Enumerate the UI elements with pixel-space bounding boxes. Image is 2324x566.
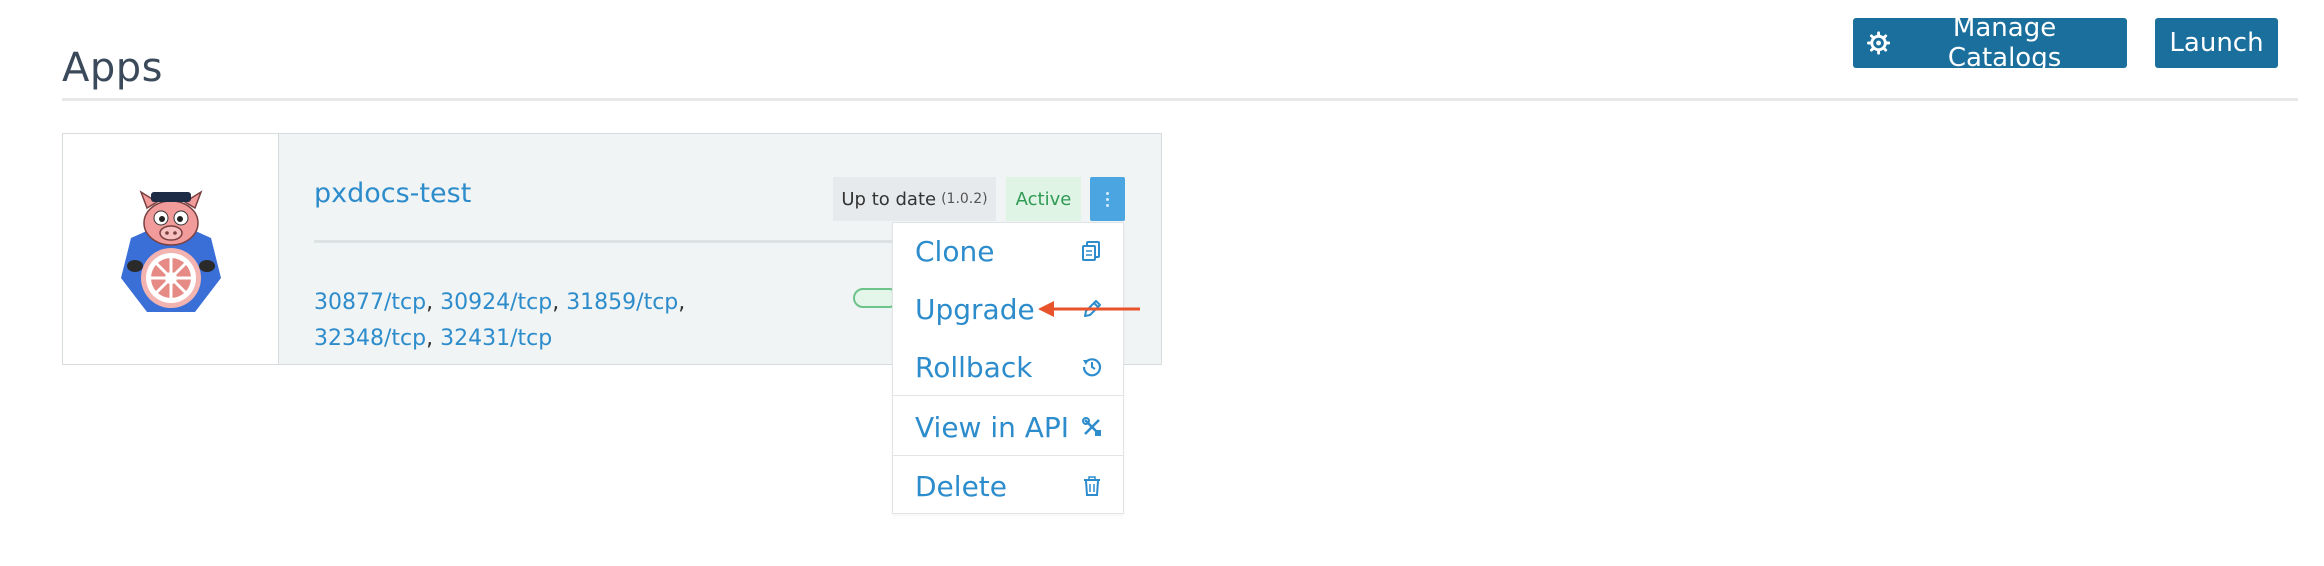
port-link[interactable]: 30877/tcp (314, 290, 426, 315)
port-link[interactable]: 32348/tcp (314, 326, 426, 351)
actions-menu-button[interactable] (1090, 177, 1125, 221)
manage-catalogs-button[interactable]: Manage Catalogs (1853, 13, 2127, 73)
menu-item-label: Delete (915, 469, 1007, 503)
menu-item-label: Rollback (915, 350, 1033, 384)
port-link[interactable]: 31859/tcp (566, 290, 678, 315)
menu-item-clone[interactable]: Clone (893, 223, 1123, 279)
trash-icon (1084, 476, 1100, 496)
upgrade-status-text: Up to date (841, 188, 937, 210)
tools-icon (1082, 417, 1101, 436)
menu-item-label: Upgrade (915, 292, 1035, 326)
kebab-dot (1106, 197, 1109, 201)
clone-icon (1082, 241, 1100, 261)
page-title: Apps (62, 44, 163, 91)
app-version: (1.0.2) (941, 191, 988, 207)
port-link[interactable]: 30924/tcp (440, 290, 552, 315)
menu-item-view-in-api[interactable]: View in API (893, 399, 1123, 455)
history-icon (1082, 358, 1102, 377)
card-divider (314, 240, 911, 243)
upgrade-status-badge: Up to date (1.0.2) (833, 177, 996, 221)
launch-button[interactable]: Launch (2155, 18, 2278, 68)
app-name-link[interactable]: pxdocs-test (314, 178, 471, 209)
gear-icon (1867, 31, 1891, 55)
menu-item-label: View in API (915, 410, 1070, 444)
menu-divider (893, 455, 1123, 456)
port-list: 30877/tcp, 30924/tcp, 31859/tcp, 32348/t… (314, 290, 686, 351)
menu-item-label: Clone (915, 234, 995, 268)
app-logo (63, 134, 279, 364)
kebab-dot (1106, 191, 1109, 195)
menu-item-rollback[interactable]: Rollback (893, 339, 1123, 395)
state-badge: Active (1006, 177, 1081, 221)
actions-dropdown: Clone Upgrade Rollback View in API Delet… (892, 222, 1124, 514)
port-link[interactable]: 32431/tcp (440, 326, 552, 351)
header-divider (62, 98, 2298, 101)
manage-catalogs-label: Manage Catalogs (1947, 13, 2062, 73)
annotation-arrow-icon (1038, 301, 1140, 317)
kebab-dot (1106, 203, 1109, 207)
kubernetes-helm-pig-logo-icon (121, 190, 221, 312)
menu-item-delete[interactable]: Delete (893, 458, 1123, 514)
menu-divider (893, 395, 1123, 396)
